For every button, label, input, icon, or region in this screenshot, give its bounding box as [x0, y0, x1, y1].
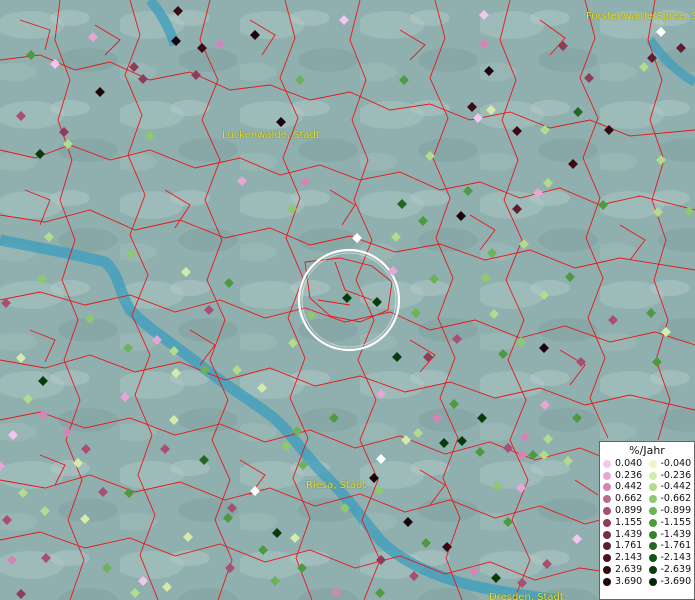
legend-entry: -2.143: [648, 552, 695, 564]
legend-swatch: [603, 542, 611, 551]
legend-entry: -3.690: [648, 575, 695, 588]
legend-value: 3.690: [615, 575, 643, 587]
legend-value: -2.639: [660, 564, 692, 576]
legend-value: -3.690: [660, 575, 692, 587]
legend-value: -0.442: [660, 481, 692, 493]
legend-value: -0.236: [660, 469, 692, 481]
legend-entry: 1.439: [603, 529, 649, 541]
legend-entry: 2.639: [603, 564, 649, 576]
legend-value: -0.899: [660, 505, 692, 517]
map-canvas: [0, 0, 695, 600]
legend-entry: 0.040: [603, 458, 649, 470]
legend-swatch: [603, 566, 611, 575]
legend-swatch: [603, 459, 611, 468]
legend-swatch: [648, 566, 657, 575]
legend-swatch: [648, 542, 657, 551]
legend-swatch: [648, 459, 657, 468]
legend-value: 2.143: [615, 552, 643, 564]
legend-value: -1.761: [660, 540, 692, 552]
legend-swatch: [648, 507, 657, 516]
legend-value: 0.662: [615, 493, 643, 505]
legend-swatch: [648, 554, 657, 563]
legend-value: -0.040: [660, 457, 692, 469]
legend-swatch: [648, 530, 657, 539]
city-label-dresden[interactable]: Dresden, Stadt: [489, 592, 564, 600]
city-label-riesa[interactable]: Riesa, Stadt: [306, 480, 366, 491]
legend-swatch: [603, 483, 611, 492]
legend-entry: 3.690: [603, 576, 649, 588]
legend-value: -0.662: [660, 493, 692, 505]
legend-value: -1.439: [660, 528, 692, 540]
legend-swatch: [648, 483, 657, 492]
legend-value: 0.899: [615, 505, 643, 517]
legend-entry: -0.236: [648, 469, 695, 482]
legend-entry: -0.662: [648, 493, 695, 505]
city-label-fuerstenwalde[interactable]: Fürstenwalde/Spree, St: [586, 11, 695, 22]
legend-entry: -0.899: [648, 505, 695, 517]
legend-value: 1.155: [615, 516, 643, 528]
legend-swatch: [603, 518, 611, 527]
legend-entry: 1.761: [603, 541, 649, 553]
legend-entry: -0.442: [648, 481, 695, 494]
legend-swatch: [603, 577, 611, 586]
legend-entry: -2.639: [648, 564, 695, 576]
legend-entry: 1.155: [603, 517, 649, 529]
legend-swatch: [648, 471, 657, 480]
map-view[interactable]: Fürstenwalde/Spree, St Luckenwalde, Stad…: [0, 0, 695, 600]
legend-value: 2.639: [615, 564, 643, 576]
legend-swatch: [603, 507, 611, 516]
legend-swatch: [603, 495, 611, 504]
city-label-luckenwalde[interactable]: Luckenwalde, Stadt: [222, 130, 320, 141]
legend-swatch: [603, 471, 611, 480]
legend-entry: -1.761: [648, 540, 695, 553]
legend-value: 0.236: [615, 469, 643, 481]
legend-entry: 0.442: [603, 482, 649, 494]
legend-value: -1.155: [660, 516, 692, 528]
legend-value: -2.143: [660, 552, 692, 564]
legend-value: 0.442: [615, 481, 643, 493]
legend-entry: -0.040: [648, 457, 695, 470]
legend-entry: 0.662: [603, 493, 649, 505]
legend-entry: -1.439: [648, 528, 695, 541]
legend-entry: 0.899: [603, 505, 649, 517]
map-legend: %/Jahr 0.040 0.236 0.442 0.662 0.899 1.155 1.4…: [599, 441, 695, 600]
legend-swatch: [603, 530, 611, 539]
legend-positive-column: 0.040 0.236 0.442 0.662 0.899 1.155 1.439 1.761…: [603, 458, 649, 588]
legend-swatch: [648, 577, 657, 586]
legend-entry: -1.155: [648, 516, 695, 529]
legend-swatch: [648, 518, 657, 527]
legend-swatch: [603, 554, 611, 563]
legend-entry: 0.236: [603, 470, 649, 482]
legend-value: 1.439: [615, 528, 643, 540]
legend-entry: 2.143: [603, 552, 649, 564]
legend-title: %/Jahr: [629, 444, 665, 457]
legend-negative-column: -0.040 -0.236 -0.442 -0.662 -0.899 -1.155 -1.4…: [648, 457, 695, 588]
legend-swatch: [648, 495, 657, 504]
legend-value: 0.040: [615, 457, 643, 469]
legend-value: 1.761: [615, 540, 643, 552]
